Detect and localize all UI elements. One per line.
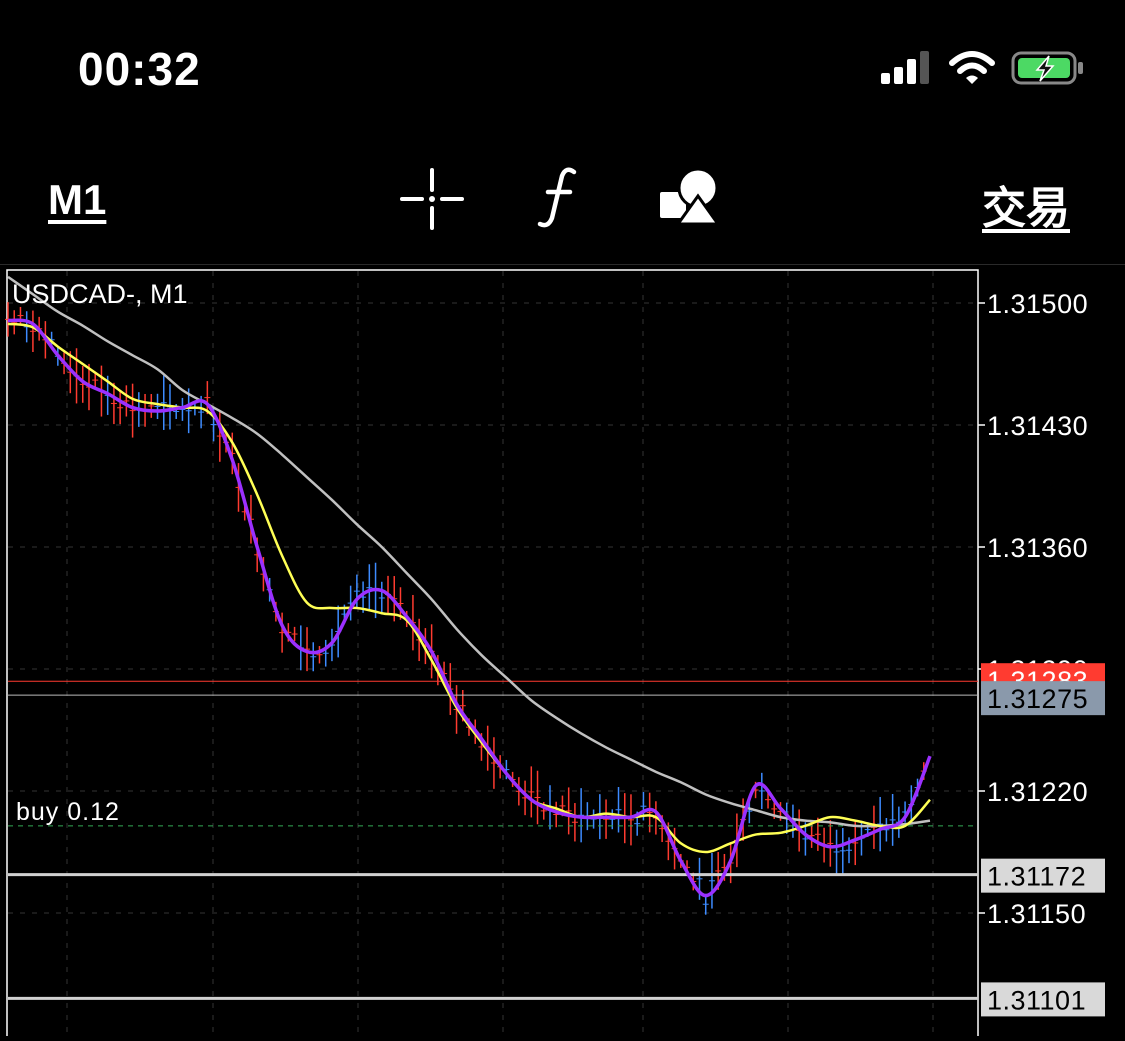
level-high-tag: 1.31172 [987, 862, 1086, 892]
status-icons [881, 50, 1085, 86]
fast-ma-line [7, 318, 932, 898]
cellular-signal-icon [881, 51, 929, 84]
ask-price-tag: 1.31275 [987, 684, 1088, 714]
grid-lines [8, 271, 978, 1036]
order-label[interactable]: buy 0.12 [16, 798, 120, 826]
y-axis: 1.315001.314301.313601.312901.312201.311… [978, 289, 1088, 929]
objects-shapes-icon[interactable] [658, 166, 722, 228]
plot-frame [6, 269, 979, 1041]
level-low-tag: 1.31101 [987, 985, 1086, 1015]
price-bars [5, 302, 927, 915]
status-bar: 00:32 [0, 0, 1125, 140]
status-time: 00:32 [78, 43, 201, 95]
y-tick-label: 1.31500 [987, 289, 1088, 319]
wifi-icon [949, 51, 995, 84]
horizontal-levels [8, 680, 978, 1000]
price-chart[interactable]: 1.315001.314301.313601.312901.312201.311… [0, 265, 1125, 1041]
moving-averages [7, 275, 932, 898]
trade-button[interactable]: 交易 [982, 172, 1070, 236]
timeframe-button[interactable]: M1 [48, 176, 106, 224]
price-tags: 1.312831.312751.311721.31101 [981, 663, 1105, 1017]
symbol-label: USDCAD-, M1 [12, 279, 188, 309]
crosshair-icon[interactable] [400, 168, 464, 230]
y-tick-label: 1.31220 [987, 777, 1088, 807]
mid-ma-line [7, 322, 931, 854]
indicators-function-icon[interactable] [536, 166, 584, 230]
slow-ma-line [7, 275, 931, 828]
chart-canvas[interactable]: 1.315001.314301.313601.312901.312201.311… [0, 265, 1125, 1041]
y-tick-label: 1.31430 [987, 411, 1088, 441]
y-tick-label: 1.31360 [987, 533, 1088, 563]
y-tick-label: 1.31150 [987, 899, 1086, 929]
battery-charging-icon [1011, 51, 1083, 85]
